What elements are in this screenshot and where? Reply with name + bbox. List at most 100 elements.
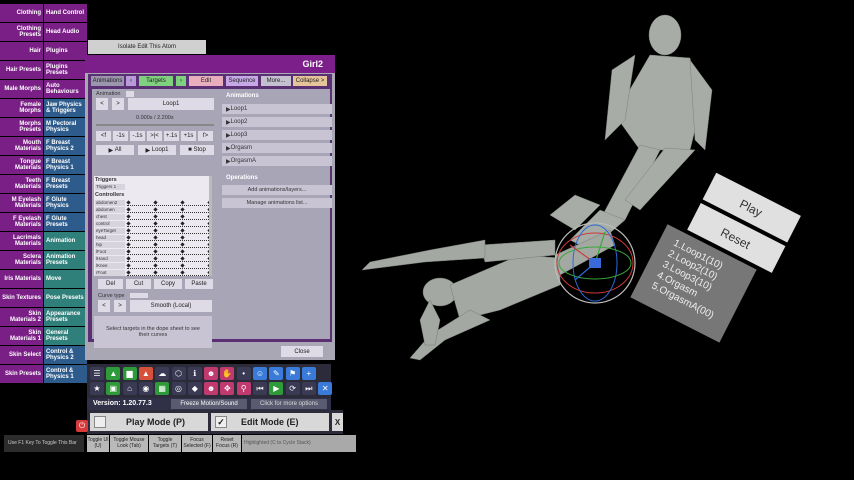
- controller-track[interactable]: [126, 200, 212, 206]
- keyframe-marker[interactable]: [153, 200, 158, 205]
- category-tab-right[interactable]: Hand Control: [44, 4, 88, 22]
- tab-next[interactable]: ›: [176, 76, 186, 86]
- toggle-mouse-look-button[interactable]: Toggle Mouse Look (Tab): [110, 435, 148, 452]
- cube-icon[interactable]: ◆: [187, 382, 202, 395]
- user-icon[interactable]: ☺: [253, 367, 267, 380]
- focus-selected-button[interactable]: Focus Selected (F): [182, 435, 212, 452]
- category-tab-left[interactable]: Iris Materials: [0, 270, 44, 288]
- category-tab-right[interactable]: F Glute Presets: [44, 213, 88, 231]
- picture-icon[interactable]: ▦: [155, 382, 170, 395]
- category-tab-right[interactable]: Animation: [44, 232, 88, 250]
- controller-track[interactable]: [126, 249, 212, 255]
- flag-icon[interactable]: ⚑: [285, 367, 300, 380]
- keyframe-marker[interactable]: [153, 207, 158, 212]
- prev-curve-button[interactable]: <: [98, 300, 110, 312]
- category-tab-left[interactable]: Tongue Materials: [0, 156, 44, 174]
- category-tab-right[interactable]: Appearance Presets: [44, 308, 88, 326]
- transport-button[interactable]: +.1s: [164, 131, 179, 141]
- loop-icon[interactable]: ⟳: [285, 382, 300, 395]
- edit-mode-button[interactable]: ✓ Edit Mode (E): [211, 413, 329, 431]
- scene-icon[interactable]: ▲: [106, 367, 121, 380]
- play-mode-checkbox[interactable]: [94, 416, 106, 428]
- cut-button[interactable]: Cut: [126, 279, 151, 289]
- keyframe-marker[interactable]: [180, 270, 185, 275]
- category-tab-left[interactable]: Skin Presets: [0, 365, 44, 383]
- keyframe-marker[interactable]: [180, 256, 185, 261]
- keyframe-marker[interactable]: [126, 228, 131, 233]
- next-animation-button[interactable]: >: [112, 98, 124, 110]
- keyframe-marker[interactable]: [180, 242, 185, 247]
- category-tab-right[interactable]: Head Audio: [44, 23, 88, 41]
- delete-button[interactable]: Del: [98, 279, 123, 289]
- category-tab-left[interactable]: Female Morphs: [0, 99, 44, 117]
- manage-animations-button[interactable]: Manage animations list...: [222, 198, 332, 208]
- info-icon[interactable]: ℹ: [187, 367, 202, 380]
- category-tab-left[interactable]: Skin Materials 1: [0, 327, 44, 345]
- move-icon[interactable]: ✥: [220, 382, 235, 395]
- toggle-targets-button[interactable]: Toggle Targets (T): [149, 435, 181, 452]
- category-tab-right[interactable]: M Pectoral Physics: [44, 118, 88, 136]
- add-animations-button[interactable]: Add animations/layers...: [222, 185, 332, 195]
- category-tab-right[interactable]: F Glute Physics: [44, 194, 88, 212]
- controller-track[interactable]: [126, 263, 212, 269]
- category-tab-left[interactable]: M Eyelash Materials: [0, 194, 44, 212]
- keyframe-marker[interactable]: [180, 214, 185, 219]
- keyframe-marker[interactable]: [153, 263, 158, 268]
- controller-track[interactable]: [126, 256, 212, 262]
- paint-icon[interactable]: ✎: [269, 367, 284, 380]
- paste-button[interactable]: Paste: [185, 279, 213, 289]
- controller-track[interactable]: [126, 235, 212, 241]
- stop-button[interactable]: ■ Stop: [180, 145, 214, 155]
- transport-button[interactable]: <f: [96, 131, 111, 141]
- category-tab-right[interactable]: Auto Behaviours: [44, 80, 88, 98]
- transport-button[interactable]: -1s: [113, 131, 128, 141]
- globe-icon[interactable]: ◎: [171, 382, 186, 395]
- category-tab-left[interactable]: F Eyelash Materials: [0, 213, 44, 231]
- cloud-icon[interactable]: ☁: [155, 367, 170, 380]
- tab-prev[interactable]: ‹: [126, 76, 136, 86]
- dot-icon[interactable]: •: [236, 367, 251, 380]
- animation-list-item[interactable]: ▶ Loop2: [222, 117, 332, 127]
- tab-edit[interactable]: Edit: [189, 76, 223, 86]
- hand-icon[interactable]: ✋: [220, 367, 235, 380]
- category-tab-right[interactable]: Jaw Physics & Triggers: [44, 99, 88, 117]
- category-tab-left[interactable]: Hair: [0, 42, 44, 60]
- category-tab-right[interactable]: F Breast Physics 2: [44, 137, 88, 155]
- keyframe-marker[interactable]: [126, 207, 131, 212]
- keyframe-marker[interactable]: [180, 221, 185, 226]
- play-mode-button[interactable]: Play Mode (P): [90, 413, 208, 431]
- keyframe-marker[interactable]: [180, 200, 185, 205]
- tab-more[interactable]: More...: [261, 76, 291, 86]
- power-icon[interactable]: ⏻: [76, 420, 88, 432]
- category-tab-right[interactable]: Animation Presets: [44, 251, 88, 269]
- star-icon[interactable]: ★: [90, 382, 104, 395]
- animation-list-item[interactable]: ▶ Loop1: [222, 104, 332, 114]
- image-icon[interactable]: ▣: [106, 382, 121, 395]
- freeze-motion-button[interactable]: Freeze Motion/Sound: [171, 399, 247, 409]
- keyframe-marker[interactable]: [180, 249, 185, 254]
- animation-list-item[interactable]: ▶ Loop3: [222, 130, 332, 140]
- category-tab-right[interactable]: Plugins: [44, 42, 88, 60]
- keyframe-marker[interactable]: [126, 270, 131, 275]
- 3d-viewport[interactable]: Play Reset 1.Loop1(10) 2.Loop2(10) 3.Loo…: [340, 0, 854, 480]
- transport-button[interactable]: -.1s: [130, 131, 145, 141]
- keyframe-marker[interactable]: [180, 263, 185, 268]
- controller-track[interactable]: [126, 228, 212, 234]
- tab-animations[interactable]: Animations: [91, 76, 124, 86]
- category-tab-left[interactable]: Hair Presets: [0, 61, 44, 79]
- animation-list-item[interactable]: ▶ Orgasm: [222, 143, 332, 153]
- category-tab-left[interactable]: Clothing Presets: [0, 23, 44, 41]
- reset-focus-button[interactable]: Reset Focus (R): [213, 435, 241, 452]
- tab-sequence[interactable]: Sequence: [226, 76, 258, 86]
- keyframe-marker[interactable]: [153, 256, 158, 261]
- controller-track[interactable]: [126, 214, 212, 220]
- category-tab-right[interactable]: Plugins Presets: [44, 61, 88, 79]
- controller-track[interactable]: [126, 221, 212, 227]
- transport-button[interactable]: +1s: [181, 131, 196, 141]
- play-all-button[interactable]: ▶ All: [96, 145, 134, 155]
- person-icon[interactable]: ☻: [204, 367, 219, 380]
- prev-animation-button[interactable]: <: [96, 98, 108, 110]
- next-curve-button[interactable]: >: [114, 300, 126, 312]
- plus-icon[interactable]: +: [301, 367, 316, 380]
- folder-icon[interactable]: ▆: [122, 367, 137, 380]
